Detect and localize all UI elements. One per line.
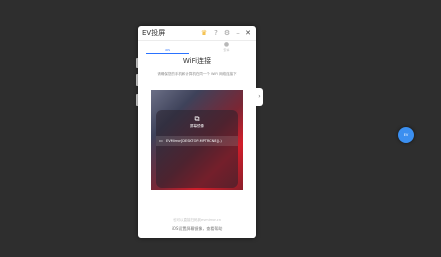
footer-note: 也可以直接扫码到evmirror.cn <box>173 218 221 222</box>
title-bar[interactable]: EV投屏 ♛ ? ⚙ – ✕ <box>138 26 256 41</box>
device-name: EVMirror[DESKTOP-MPTRCN8](-) <box>166 139 222 143</box>
tab-android[interactable]: ● 安卓 <box>197 40 256 54</box>
tab-ios[interactable]: iOS <box>138 40 197 54</box>
chevron-right-icon: › <box>258 93 261 100</box>
floating-ball-button[interactable]: EV <box>398 127 414 143</box>
connection-tabs: iOS ● 安卓 <box>138 40 256 54</box>
close-icon[interactable]: ✕ <box>244 29 252 37</box>
tv-icon: ▭ <box>159 138 163 143</box>
page-title: WiFi连接 <box>182 57 212 65</box>
app-window: EV投屏 ♛ ? ⚙ – ✕ iOS ● 安卓 WiFi连接 请确保您的手机和计… <box>138 26 256 238</box>
crown-icon[interactable]: ♛ <box>200 29 208 37</box>
device-list-item: ▭ EVMirror[DESKTOP-MPTRCN8](-) <box>156 136 238 146</box>
help-link[interactable]: iOS设置屏幕镜像，查看帮助 <box>138 226 256 232</box>
app-title: EV投屏 <box>142 29 166 37</box>
screen-mirror-icon: ⧉ <box>194 115 200 123</box>
android-icon: ● <box>223 41 230 48</box>
instruction-text: 请确保您的手机和计算机在同一个 WiFi 网络连接下 <box>157 72 237 76</box>
tab-android-label: 安卓 <box>223 48 230 52</box>
active-tab-indicator <box>146 53 189 54</box>
mirror-panel-title: 屏幕镜像 <box>190 124 204 128</box>
phone-screen-illustration: ⧉ 屏幕镜像 ▭ EVMirror[DESKTOP-MPTRCN8](-) <box>151 90 243 190</box>
settings-icon[interactable]: ⚙ <box>223 29 231 37</box>
help-icon[interactable]: ? <box>212 29 220 37</box>
screen-mirroring-panel: ⧉ 屏幕镜像 ▭ EVMirror[DESKTOP-MPTRCN8](-) <box>156 110 238 188</box>
minimize-icon[interactable]: – <box>234 29 242 37</box>
collapse-handle[interactable]: › <box>256 88 263 106</box>
tab-ios-label: iOS <box>164 48 171 52</box>
